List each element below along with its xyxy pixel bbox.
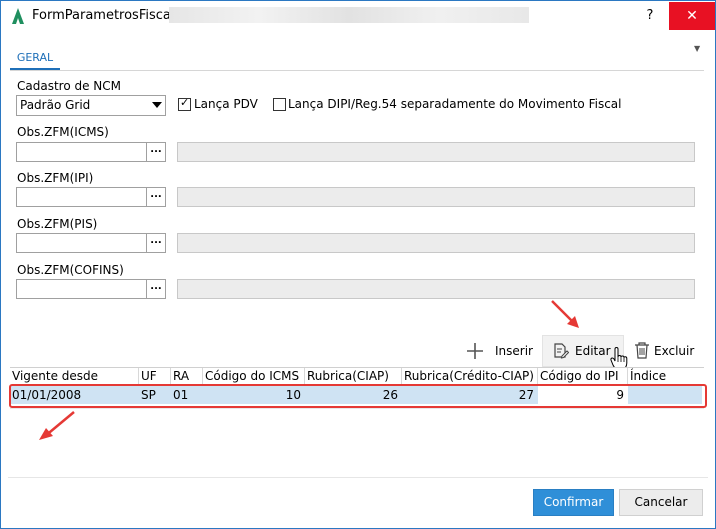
obs-icms-label: Obs.ZFM(ICMS) (17, 125, 109, 139)
obs-icms-input[interactable] (16, 142, 148, 162)
column-header[interactable]: Código do IPI (538, 368, 628, 385)
obs-ipi-lookup-button[interactable]: ... (146, 187, 166, 207)
trash-icon (635, 342, 649, 359)
column-header[interactable]: Vigente desde (10, 368, 139, 385)
obs-pis-lookup-button[interactable]: ... (146, 233, 166, 253)
obs-pis-input[interactable] (16, 233, 148, 253)
column-header[interactable]: Código do ICMS (203, 368, 305, 385)
obs-icms-lookup-button[interactable]: ... (146, 142, 166, 162)
help-button[interactable]: ? (633, 2, 667, 30)
column-header[interactable]: RA (171, 368, 203, 385)
grid-header: Vigente desde UF RA Código do ICMS Rubri… (10, 367, 704, 385)
inserir-label: Inserir (495, 344, 533, 358)
column-header[interactable]: UF (139, 368, 171, 385)
cadastro-ncm-label: Cadastro de NCM (17, 79, 122, 93)
lanca-dipi-label: Lança DIPI/Reg.54 separadamente do Movim… (288, 97, 622, 111)
title-redacted-area (169, 7, 529, 23)
edit-document-icon (554, 343, 569, 359)
obs-icms-description (177, 142, 695, 162)
tab-divider (10, 70, 704, 71)
tab-geral[interactable]: GERAL (10, 48, 60, 70)
plus-icon (467, 343, 483, 359)
grid-bottom-line (10, 408, 704, 409)
annotation-arrow-icon (551, 300, 579, 328)
column-header[interactable]: Rubrica(Crédito-CIAP) (402, 368, 538, 385)
excluir-label: Excluir (654, 344, 695, 358)
obs-cofins-label: Obs.ZFM(COFINS) (17, 263, 124, 277)
obs-cofins-input[interactable] (16, 279, 148, 299)
cancelar-button[interactable]: Cancelar (619, 489, 703, 516)
app-logo-icon (12, 8, 24, 24)
cadastro-ncm-value: Padrão Grid (20, 98, 91, 112)
cadastro-ncm-select[interactable]: Padrão Grid (16, 95, 166, 116)
confirmar-button[interactable]: Confirmar (533, 489, 614, 516)
lanca-pdv-checkbox[interactable]: ✓ (178, 96, 191, 111)
obs-ipi-label: Obs.ZFM(IPI) (17, 171, 94, 185)
annotation-arrow-icon (39, 411, 75, 440)
obs-ipi-input[interactable] (16, 187, 148, 207)
column-header[interactable]: Índice (628, 368, 704, 385)
window-title: FormParametrosFiscais (32, 8, 182, 23)
lanca-dipi-checkbox[interactable] (273, 98, 286, 111)
obs-pis-description (177, 233, 695, 253)
lanca-pdv-label: Lança PDV (194, 97, 258, 111)
highlight-annotation (9, 384, 707, 408)
obs-cofins-description (177, 279, 695, 299)
title-bar[interactable]: FormParametrosFiscais ? ✕ (1, 1, 715, 31)
editar-label: Editar (575, 344, 611, 358)
checkmark-icon: ✓ (180, 96, 190, 109)
obs-cofins-lookup-button[interactable]: ... (146, 279, 166, 299)
obs-pis-label: Obs.ZFM(PIS) (17, 217, 98, 231)
chevron-down-icon (152, 102, 162, 108)
close-button[interactable]: ✕ (669, 2, 715, 30)
footer-divider (8, 477, 708, 478)
tab-menu-chevron-icon[interactable]: ▼ (694, 44, 700, 53)
obs-ipi-description (177, 187, 695, 207)
column-header[interactable]: Rubrica(CIAP) (305, 368, 402, 385)
